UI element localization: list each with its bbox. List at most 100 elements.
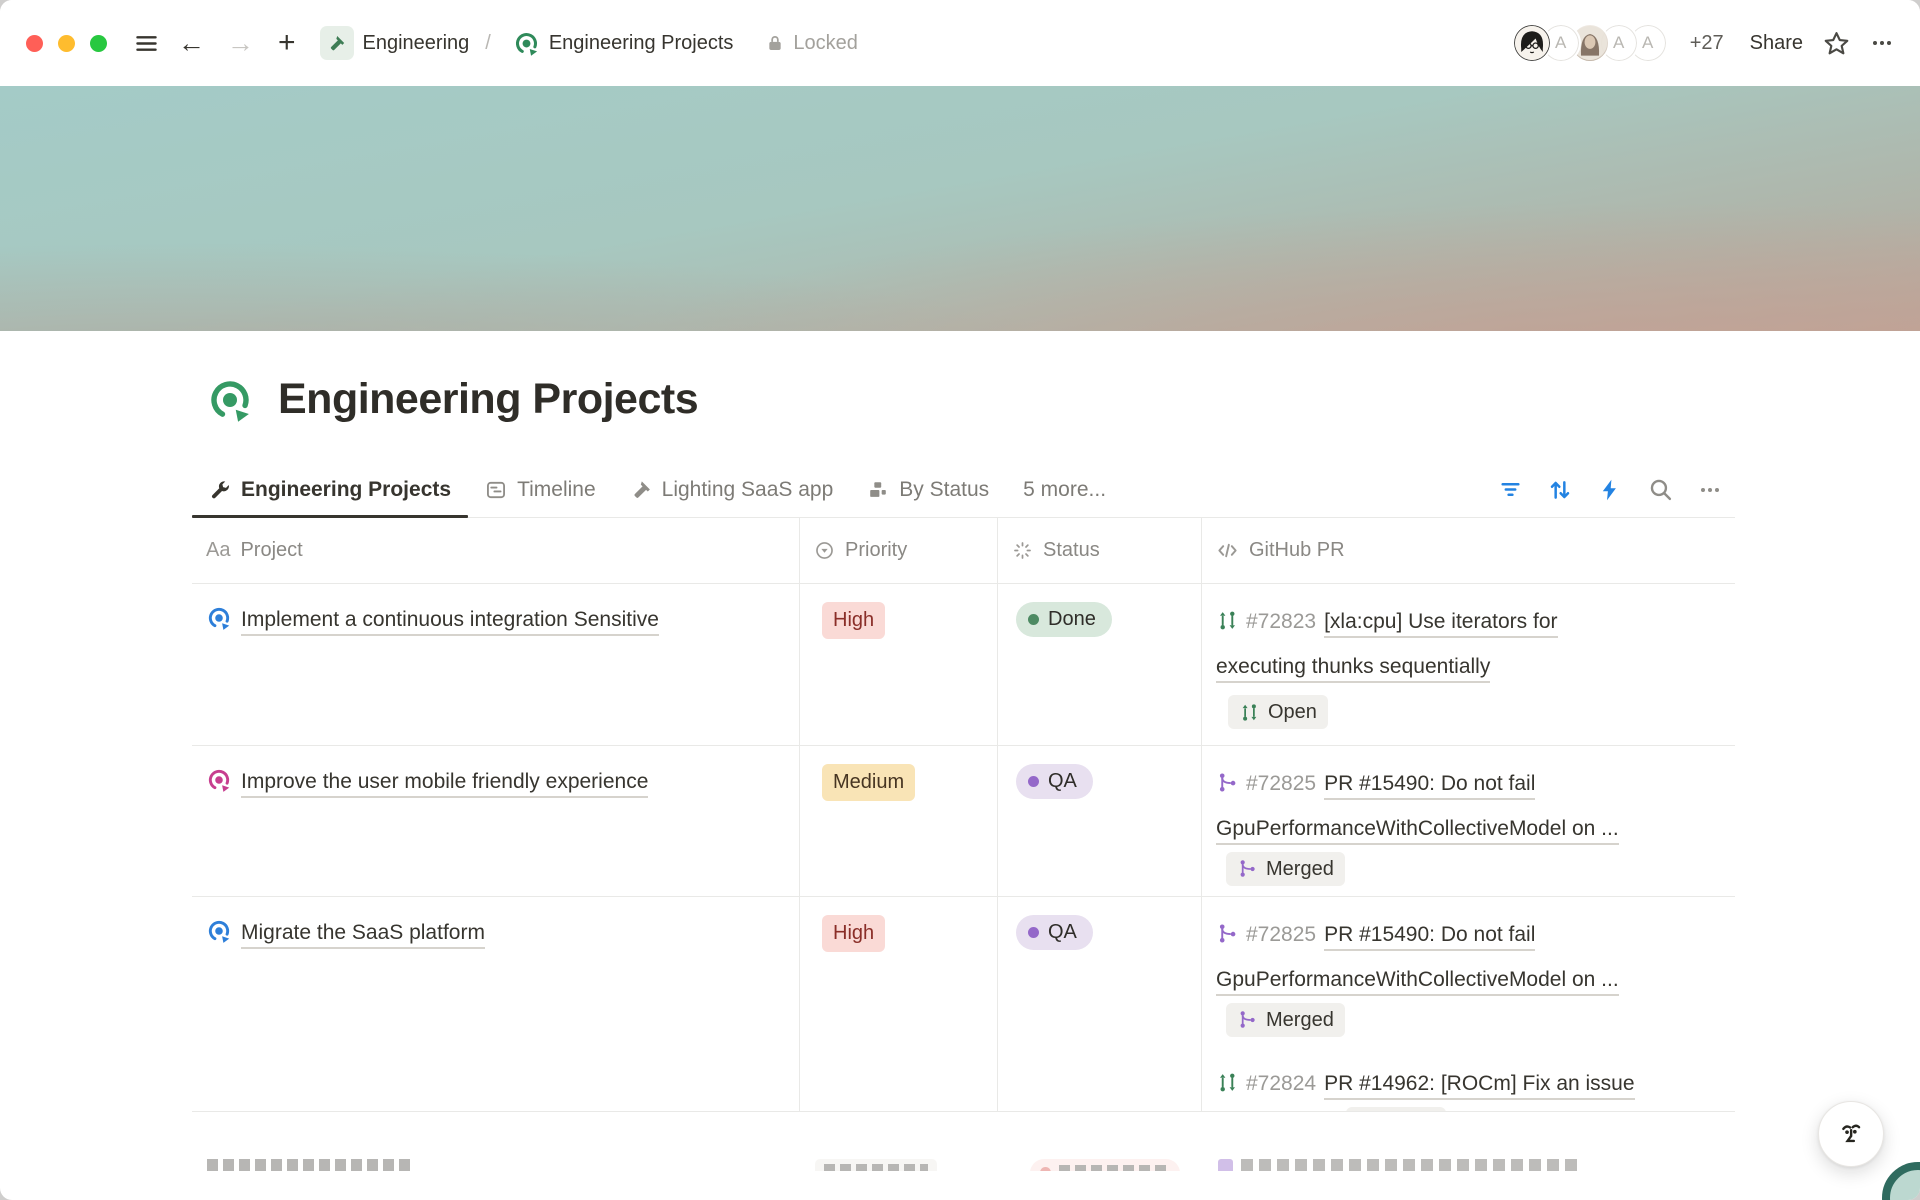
view-actions: [1493, 473, 1735, 507]
column-label: Priority: [845, 539, 907, 562]
pr-merged-icon: [1237, 1009, 1258, 1030]
view-tabs: Engineering Projects Timeline Lighting S…: [192, 462, 1735, 518]
pr-mention: #72825PR #15490: Do not fail GpuPerforma…: [1216, 761, 1636, 896]
notion-face-icon: [1834, 1117, 1868, 1151]
share-button[interactable]: Share: [1750, 32, 1803, 55]
partial-project-title: [207, 1159, 412, 1171]
page-target-icon: [206, 376, 254, 424]
locked-label: Locked: [793, 32, 858, 55]
tab-lighting-saas-app[interactable]: Lighting SaaS app: [613, 462, 851, 517]
cell-project: Migrate the SaaS platform: [192, 897, 800, 1111]
target-icon: [206, 918, 232, 944]
favorite-star-icon[interactable]: [1823, 30, 1850, 57]
board-icon: [867, 479, 889, 501]
cell-priority: High: [800, 584, 998, 745]
status-label: QA: [1048, 921, 1077, 944]
column-header-status[interactable]: Status: [998, 518, 1202, 583]
back-button[interactable]: ←: [174, 28, 209, 59]
pr-number: #72824: [1246, 1072, 1316, 1095]
cell-priority: High: [800, 897, 998, 1111]
status-pill[interactable]: QA: [1016, 915, 1093, 950]
project-title-text: Implement a continuous integration Sensi…: [241, 608, 659, 636]
tab-label: 5 more...: [1023, 478, 1106, 502]
column-header-github-pr[interactable]: GitHub PR: [1202, 518, 1735, 583]
table-header: Aa Project Priority Status GitHub PR: [192, 518, 1735, 584]
text-property-icon: Aa: [206, 539, 230, 562]
project-title-text: Migrate the SaaS platform: [241, 921, 485, 949]
automations-lightning-icon[interactable]: [1593, 473, 1627, 507]
breadcrumb-page[interactable]: Engineering Projects: [513, 30, 734, 57]
column-header-project[interactable]: Aa Project: [192, 518, 800, 583]
priority-badge[interactable]: High: [822, 602, 885, 639]
partial-next-row: [192, 1159, 1735, 1171]
pr-state-badge[interactable]: Merged: [1226, 852, 1345, 886]
pr-state-badge[interactable]: Merged: [1226, 1003, 1345, 1037]
table-row: Improve the user mobile friendly experie…: [192, 746, 1735, 897]
project-title-text: Improve the user mobile friendly experie…: [241, 770, 648, 798]
tab-engineering-projects[interactable]: Engineering Projects: [192, 462, 468, 517]
pr-state-label: Open: [1268, 699, 1317, 725]
priority-badge[interactable]: High: [822, 915, 885, 952]
pr-state-label: Merged: [1266, 856, 1334, 882]
tab-more-views[interactable]: 5 more...: [1006, 462, 1123, 517]
filter-icon[interactable]: [1493, 473, 1527, 507]
pr-mention: #72823[xla:cpu] Use iterators for execut…: [1216, 599, 1636, 730]
select-property-icon: [814, 540, 835, 561]
column-label: Status: [1043, 539, 1100, 562]
lock-icon: [765, 33, 785, 53]
topbar-left: ← → + Engineering / Engineering Projects…: [26, 26, 1512, 60]
pr-state-badge[interactable]: Open: [1228, 695, 1328, 729]
cell-priority: Medium: [800, 746, 998, 896]
project-title-link[interactable]: Implement a continuous integration Sensi…: [206, 608, 659, 631]
topbar-right: A A A +27 Share: [1512, 23, 1894, 63]
pr-number: #72825: [1246, 772, 1316, 795]
status-dot: [1028, 776, 1039, 787]
tab-label: By Status: [899, 478, 989, 502]
pr-merged-icon: [1216, 922, 1239, 945]
priority-badge[interactable]: Medium: [822, 764, 915, 801]
cell-status: Done: [998, 584, 1202, 745]
sort-icon[interactable]: [1543, 473, 1577, 507]
zoom-window-button[interactable]: [90, 35, 107, 52]
avatar[interactable]: [1512, 23, 1552, 63]
pr-state-label: Merged: [1266, 1007, 1334, 1033]
notion-ai-button[interactable]: [1818, 1101, 1884, 1167]
tab-timeline[interactable]: Timeline: [468, 462, 613, 517]
project-title-link[interactable]: Improve the user mobile friendly experie…: [206, 770, 648, 793]
pr-open-icon: [1239, 702, 1260, 723]
projects-table: Aa Project Priority Status GitHub PR: [192, 518, 1735, 1171]
hammer-icon: [630, 479, 652, 501]
wrench-icon: [209, 479, 231, 501]
column-label: Project: [240, 539, 302, 562]
search-icon[interactable]: [1643, 473, 1677, 507]
more-options-icon[interactable]: [1870, 31, 1894, 55]
breadcrumb-page-label: Engineering Projects: [549, 32, 734, 55]
status-dot: [1028, 927, 1039, 938]
bottom-strip: [192, 1112, 1735, 1171]
minimize-window-button[interactable]: [58, 35, 75, 52]
forward-button[interactable]: →: [223, 28, 258, 59]
close-window-button[interactable]: [26, 35, 43, 52]
corner-orb-decoration: [1882, 1162, 1920, 1200]
pr-open-icon: [1216, 1071, 1239, 1094]
table-more-icon[interactable]: [1693, 473, 1727, 507]
new-page-button[interactable]: +: [274, 26, 300, 60]
tab-label: Timeline: [517, 478, 596, 502]
avatar-overflow-count[interactable]: +27: [1690, 32, 1724, 55]
page-content: Engineering Projects Engineering Project…: [192, 375, 1735, 1171]
breadcrumb-team[interactable]: Engineering: [320, 26, 470, 60]
avatar-stack[interactable]: A A A: [1512, 23, 1668, 63]
tab-label: Engineering Projects: [241, 478, 451, 502]
pr-mention: #72824PR #14962: [ROCm] Fix an issue wit…: [1216, 1061, 1636, 1112]
project-title-link[interactable]: Migrate the SaaS platform: [206, 921, 485, 944]
cell-github-pr: #72825PR #15490: Do not fail GpuPerforma…: [1202, 746, 1735, 896]
status-pill[interactable]: QA: [1016, 764, 1093, 799]
sidebar-menu-icon[interactable]: [133, 30, 160, 57]
locked-toggle[interactable]: Locked: [765, 32, 858, 55]
tab-by-status[interactable]: By Status: [850, 462, 1006, 517]
window-controls: [26, 35, 107, 52]
status-pill[interactable]: Done: [1016, 602, 1112, 637]
page-title: Engineering Projects: [278, 375, 698, 424]
status-label: Done: [1048, 608, 1096, 631]
column-header-priority[interactable]: Priority: [800, 518, 998, 583]
